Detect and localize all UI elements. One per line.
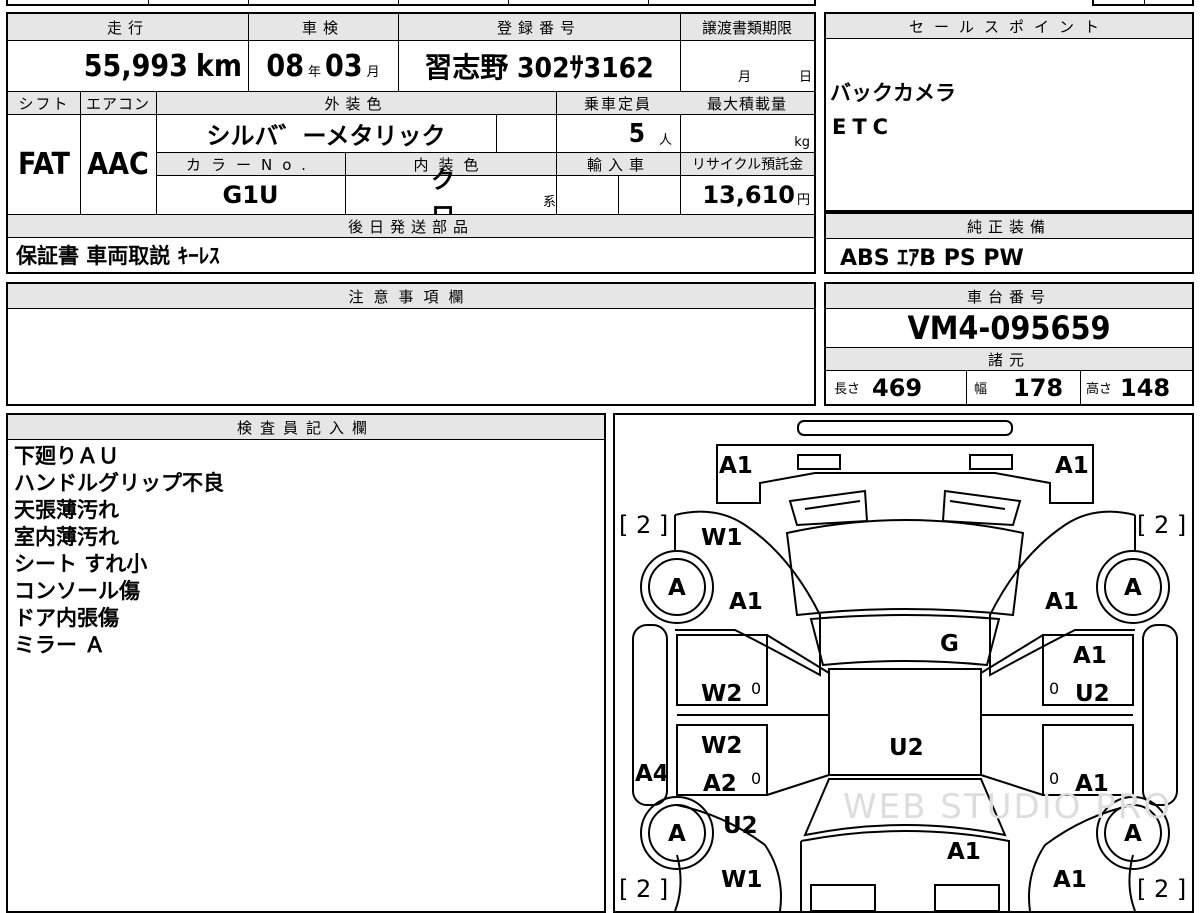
inspection-header: 車検 <box>248 14 398 40</box>
zero-mark: 0 <box>751 679 762 698</box>
damage-mark: A <box>1124 575 1142 601</box>
recycle-fee-header: リサイクル預託金 <box>681 153 814 175</box>
zero-mark: 0 <box>1049 769 1060 788</box>
aircon-value: AAC <box>87 146 149 182</box>
mileage-header: 走行 <box>8 14 248 40</box>
inspector-note: 室内薄汚れ <box>14 525 119 549</box>
damage-mark: A1 <box>1055 453 1089 479</box>
aircon-header: エアコン <box>80 92 156 114</box>
inspector-note: ドア内張傷 <box>14 606 119 630</box>
sales-point-line: バックカメラ <box>830 81 956 105</box>
genuine-equipment-panel: 純正装備 ABS ｴｱB PS PW <box>824 212 1194 274</box>
inspector-header: 検査員記入欄 <box>8 415 604 439</box>
sales-point-header: セールスポイント <box>826 14 1192 38</box>
inspector-note: 下廻りＡＵ <box>14 444 119 468</box>
top-right-cropped-strip <box>1092 0 1194 6</box>
inspector-panel: 検査員記入欄 下廻りＡＵ ハンドルグリップ不良 天張薄汚れ 室内薄汚れ シート … <box>6 413 606 913</box>
car-damage-diagram: WEB STUDIO PRO [ 2 ] [ 2 ] [ 2 ] [ 2 ] A… <box>613 413 1194 913</box>
damage-mark: U2 <box>889 735 924 761</box>
sales-point-line: ETC <box>832 115 895 139</box>
inspector-note: ミラー Ａ <box>14 633 106 657</box>
chassis-header: 車台番号 <box>826 284 1192 308</box>
damage-mark: W1 <box>721 867 763 893</box>
notes-header: 注意事項欄 <box>8 284 814 308</box>
damage-mark: A2 <box>703 771 737 797</box>
damage-mark: W2 <box>701 733 743 759</box>
registration-number: 習志野 302ｻ3162 <box>424 51 654 84</box>
genuine-equipment-header: 純正装備 <box>826 214 1192 238</box>
chassis-panel: 車台番号 VM4-095659 諸元 長さ 469 幅 178 高さ 148 <box>824 282 1194 406</box>
inspector-note: ハンドルグリップ不良 <box>14 471 224 495</box>
damage-mark: A1 <box>1073 643 1107 669</box>
shift-value: FAT <box>18 146 70 182</box>
damage-mark: W2 <box>701 681 743 707</box>
capacity-header: 乗車定員 <box>556 92 680 114</box>
max-load-value: kg <box>794 135 810 150</box>
damage-mark: A <box>668 821 686 847</box>
top-cropped-strip <box>6 0 816 6</box>
zero-mark: 0 <box>1049 679 1060 698</box>
inspection-date: 08 年 03 月 <box>266 48 380 84</box>
damage-mark: A1 <box>719 453 753 479</box>
genuine-equipment-value: ABS ｴｱB PS PW <box>840 246 1024 271</box>
zero-mark: 0 <box>751 769 762 788</box>
import-header: 輸入車 <box>557 153 680 175</box>
damage-mark: U2 <box>1075 681 1110 707</box>
damage-mark: A1 <box>1075 771 1109 797</box>
inspector-note: 天張薄汚れ <box>14 498 119 522</box>
sales-point-panel: セールスポイント バックカメラ ETC <box>824 12 1194 212</box>
max-load-header: 最大積載量 <box>680 92 814 114</box>
damage-mark: A4 <box>635 761 669 787</box>
length-cell: 長さ 469 <box>834 373 923 402</box>
damage-mark: W1 <box>701 525 743 551</box>
watermark: WEB STUDIO PRO <box>843 787 1173 827</box>
bracket-label: [ 2 ] <box>1137 875 1187 903</box>
notes-panel: 注意事項欄 <box>6 282 816 406</box>
chassis-number: VM4-095659 <box>907 309 1111 347</box>
damage-mark: A1 <box>1053 867 1087 893</box>
mileage-value: 55,993 km <box>83 48 242 84</box>
damage-mark: U2 <box>723 813 758 839</box>
bracket-label: [ 2 ] <box>619 511 669 539</box>
damage-mark: A1 <box>947 839 981 865</box>
later-parts-header: 後日発送部品 <box>8 215 814 237</box>
inspector-note: シート すれ小 <box>14 552 148 576</box>
color-no-header: カラーNo. <box>157 153 345 175</box>
damage-mark: A1 <box>729 589 763 615</box>
bracket-label: [ 2 ] <box>1137 511 1187 539</box>
later-parts-value: 保証書 車両取説 ｷｰﾚｽ <box>16 244 220 268</box>
color-no-value: G1U <box>222 181 279 209</box>
dimensions-header: 諸元 <box>826 348 1192 370</box>
width-cell: 幅 178 <box>974 373 1064 402</box>
inspector-note: コンソール傷 <box>14 579 140 603</box>
vehicle-info-table: 走行 車検 登録番号 譲渡書類期限 55,993 km 08 年 03 月 習志… <box>6 12 816 274</box>
damage-mark: A <box>1124 821 1142 847</box>
damage-mark: A1 <box>1045 589 1079 615</box>
transfer-deadline-header: 譲渡書類期限 <box>680 14 814 40</box>
damage-mark: A <box>668 575 686 601</box>
interior-color-value: クロ 系 <box>431 166 556 229</box>
damage-mark: G <box>940 631 959 657</box>
shift-header: シフト <box>8 92 80 114</box>
height-cell: 高さ 148 <box>1086 373 1171 402</box>
bracket-label: [ 2 ] <box>619 875 669 903</box>
exterior-color-value: シルバ゛ーメタリック <box>206 122 446 150</box>
registration-header: 登録番号 <box>398 14 680 40</box>
capacity-value: 5 人 <box>628 118 672 149</box>
exterior-color-header: 外装色 <box>156 92 556 114</box>
recycle-fee-value: 13,610 円 <box>702 181 810 209</box>
transfer-deadline-value: 月 日 <box>738 70 813 85</box>
